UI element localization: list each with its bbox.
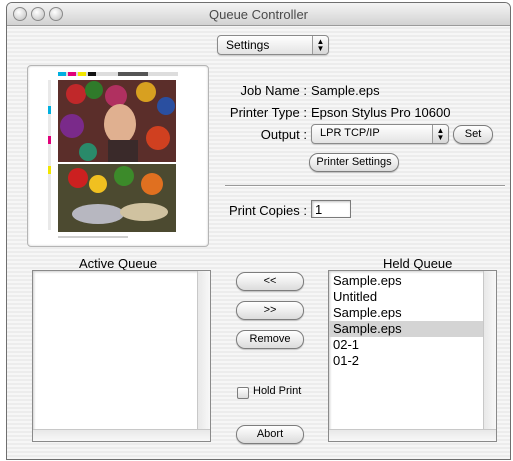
printer-type-value: Epson Stylus Pro 10600	[311, 105, 451, 120]
job-name-value: Sample.eps	[311, 83, 380, 98]
window-title: Queue Controller	[209, 7, 308, 22]
held-queue-vertical-scrollbar[interactable]	[483, 271, 496, 441]
queue-controller-window: Queue Controller Settings ▲ ▼ Job Name:…	[6, 2, 511, 460]
settings-popup[interactable]: Settings ▲ ▼	[217, 35, 329, 55]
move-to-active-button[interactable]: <<	[236, 272, 304, 291]
held-queue-item[interactable]: Sample.eps	[329, 273, 484, 289]
abort-button[interactable]: Abort	[236, 425, 304, 444]
popup-arrows-icon: ▲ ▼	[312, 36, 328, 54]
preview-image	[48, 72, 178, 238]
active-queue-list[interactable]	[32, 270, 211, 442]
printer-settings-button[interactable]: Printer Settings	[309, 153, 399, 172]
remove-button[interactable]: Remove	[236, 330, 304, 349]
held-queue-title: Held Queue	[383, 256, 453, 271]
print-preview	[27, 65, 209, 247]
title-bar[interactable]: Queue Controller	[7, 3, 510, 26]
held-queue-list[interactable]: Sample.eps Untitled Sample.eps Sample.eps 02…	[328, 270, 497, 442]
set-button[interactable]: Set	[453, 125, 493, 144]
active-queue-title: Active Queue	[79, 256, 158, 271]
job-name-label: Job Name :	[240, 83, 307, 98]
print-copies-field[interactable]	[311, 200, 351, 218]
held-queue-item[interactable]: Untitled	[329, 289, 484, 305]
popup-arrows-icon: ▲ ▼	[432, 125, 448, 143]
print-copies-label: Print Copies :	[228, 203, 307, 218]
output-label: Output :	[260, 127, 307, 142]
held-queue-item[interactable]: Sample.eps	[329, 305, 484, 321]
printer-type-label: Printer Type :	[229, 105, 307, 120]
hold-print-label: Hold Print	[253, 385, 302, 397]
move-to-held-button[interactable]: >>	[236, 301, 304, 320]
output-popup-value: LPR TCP/IP	[320, 127, 380, 139]
held-queue-items: Sample.eps Untitled Sample.eps Sample.eps 02…	[329, 273, 484, 369]
active-queue-vertical-scrollbar[interactable]	[197, 271, 210, 441]
held-queue-item[interactable]: 02-1	[329, 337, 484, 353]
held-queue-item[interactable]: 01-2	[329, 353, 484, 369]
hold-print-checkbox[interactable]	[237, 387, 249, 399]
divider	[225, 185, 505, 187]
output-popup[interactable]: LPR TCP/IP ▲ ▼	[311, 124, 449, 144]
active-queue-horizontal-scrollbar[interactable]	[33, 429, 210, 441]
held-queue-horizontal-scrollbar[interactable]	[329, 429, 496, 441]
settings-popup-value: Settings	[226, 38, 270, 52]
held-queue-item[interactable]: Sample.eps	[329, 321, 484, 337]
